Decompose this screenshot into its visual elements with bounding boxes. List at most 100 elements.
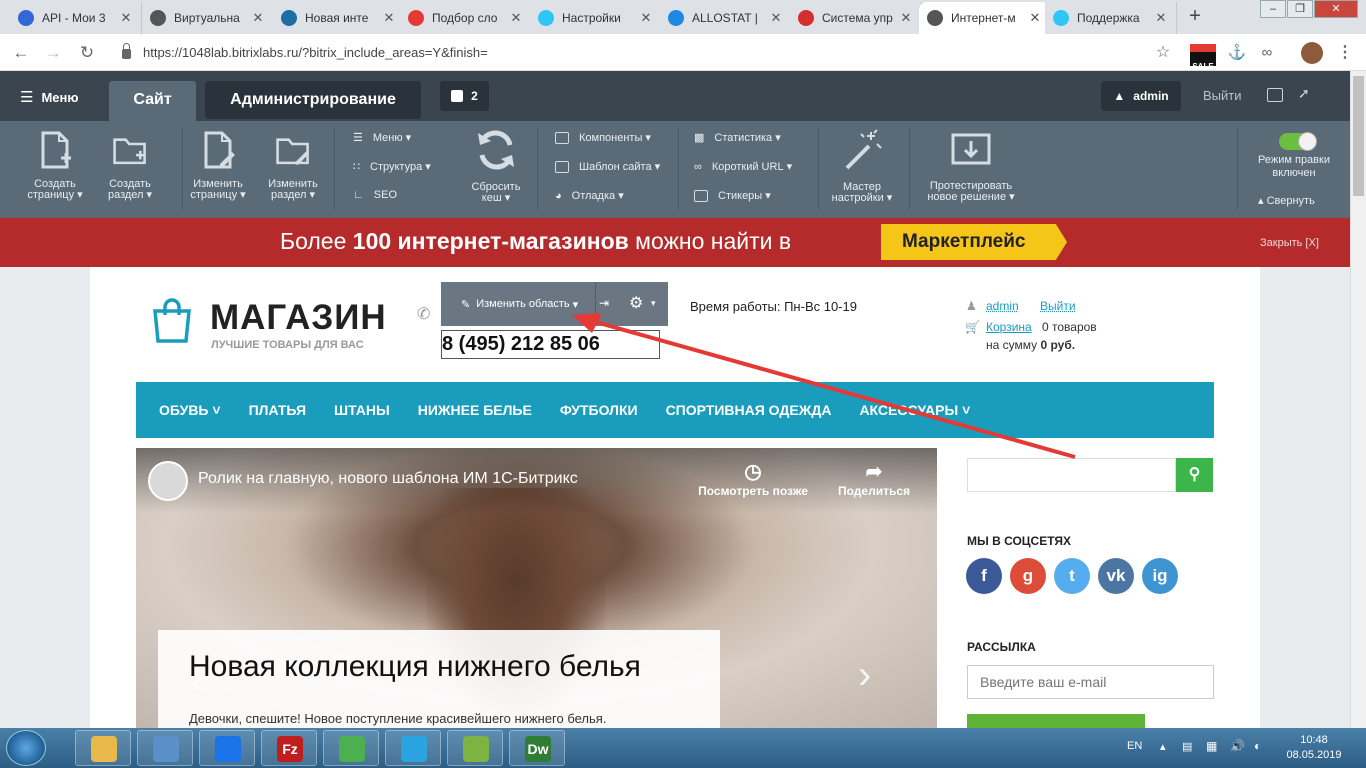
slider-next-icon[interactable]: ›: [858, 653, 871, 698]
facebook-icon[interactable]: f: [966, 558, 1002, 594]
pin-icon[interactable]: ➚: [1298, 85, 1310, 102]
tab-5[interactable]: Настройки ✕: [530, 2, 662, 34]
close-tab-icon[interactable]: ✕: [639, 10, 653, 26]
create-section-button[interactable]: Создать раздел ▾: [95, 130, 165, 201]
filezilla-taskbar-button[interactable]: Fz: [261, 730, 317, 766]
chrome-taskbar-button[interactable]: [323, 730, 379, 766]
file-explorer-taskbar-button[interactable]: [75, 730, 131, 766]
tab-6[interactable]: ALLOSTAT | ✕: [660, 2, 792, 34]
volume-icon[interactable]: 🔊: [1230, 739, 1245, 753]
marketplace-button[interactable]: Маркетплейс: [881, 224, 1067, 260]
url-text: https://1048lab.bitrixlabs.ru/?bitrix_in…: [143, 44, 488, 60]
close-tab-icon[interactable]: ✕: [769, 10, 783, 26]
site-template-dropdown[interactable]: Шаблон сайта ▾: [555, 160, 660, 173]
sale-extension-icon[interactable]: SALE: [1190, 44, 1216, 71]
tab-7[interactable]: Система упр ✕: [790, 2, 922, 34]
minimize-button[interactable]: –: [1260, 0, 1286, 18]
reset-cache-button[interactable]: Сбросить кеш ▾: [460, 127, 532, 204]
create-page-button[interactable]: Создать страницу ▾: [20, 130, 90, 201]
share-button[interactable]: ➦ Поделиться: [832, 460, 916, 498]
tab-site[interactable]: Сайт: [109, 81, 196, 121]
banner-close-link[interactable]: Закрыть [X]: [1260, 237, 1319, 249]
close-tab-icon[interactable]: ✕: [382, 10, 396, 26]
dreamweaver-taskbar-button[interactable]: Dw: [509, 730, 565, 766]
logout-link[interactable]: Выйти: [1203, 88, 1242, 103]
tab-9[interactable]: Поддержка ✕: [1045, 2, 1177, 34]
components-dropdown[interactable]: Компоненты ▾: [555, 131, 651, 144]
edit-section-button[interactable]: Изменить раздел ▾: [258, 130, 328, 201]
stickers-dropdown[interactable]: Стикеры ▾: [694, 189, 771, 202]
tray-expand-icon[interactable]: ▴: [1160, 740, 1166, 753]
edit-mode-toggle[interactable]: [1279, 132, 1317, 151]
forward-icon[interactable]: →: [42, 42, 64, 64]
statistics-dropdown[interactable]: ▩ Статистика ▾: [694, 131, 781, 145]
language-indicator[interactable]: EN: [1127, 740, 1142, 752]
close-window-button[interactable]: ✕: [1314, 0, 1358, 18]
tab-administration[interactable]: Администрирование: [205, 81, 421, 119]
close-tab-icon[interactable]: ✕: [899, 10, 913, 26]
nav-item[interactable]: НИЖНЕЕ БЕЛЬЕ: [418, 402, 532, 418]
video-title[interactable]: Ролик на главную, нового шаблона ИМ 1С-Б…: [198, 470, 578, 488]
channel-avatar[interactable]: [148, 461, 188, 501]
edit-page-button[interactable]: Изменить страницу ▾: [183, 130, 253, 201]
infinity-icon[interactable]: ∞: [1256, 42, 1278, 64]
nav-item[interactable]: ОБУВЬ ˅: [159, 402, 221, 418]
slider-prev-icon[interactable]: ‹: [192, 663, 203, 702]
tab-1[interactable]: API - Мои 3 ✕: [10, 2, 142, 34]
notifications-button[interactable]: 2: [440, 81, 489, 111]
chrome-menu-icon[interactable]: ⋮: [1334, 42, 1356, 64]
vk-icon[interactable]: vk: [1098, 558, 1134, 594]
subscribe-button[interactable]: [967, 714, 1145, 729]
logo[interactable]: [152, 297, 192, 349]
extension-icon[interactable]: ⚓: [1226, 42, 1248, 64]
nav-item[interactable]: ШТАНЫ: [334, 402, 390, 418]
tray-device-icon[interactable]: ▤: [1182, 740, 1192, 753]
tab-2[interactable]: Виртуальна ✕: [142, 2, 274, 34]
network-icon[interactable]: ▦: [1206, 739, 1217, 753]
nav-item[interactable]: ПЛАТЬЯ: [249, 402, 306, 418]
page-scrollbar[interactable]: [1350, 71, 1366, 729]
profile-avatar[interactable]: [1301, 42, 1323, 64]
test-new-solution-button[interactable]: Протестировать новое решение ▾: [922, 130, 1020, 203]
seo-button[interactable]: ∟ SEO: [353, 189, 397, 201]
email-field[interactable]: [967, 665, 1214, 699]
tab-3[interactable]: Новая инте ✕: [273, 2, 405, 34]
menu-dropdown[interactable]: ☰ Меню ▾: [353, 131, 411, 145]
tab-8[interactable]: Интернет-м ✕: [919, 2, 1051, 34]
notepad-taskbar-button[interactable]: [447, 730, 503, 766]
telegram-taskbar-button[interactable]: [385, 730, 441, 766]
instagram-icon[interactable]: ig: [1142, 558, 1178, 594]
clock[interactable]: 10:48 08.05.2019: [1282, 733, 1346, 763]
scrollbar-thumb[interactable]: [1353, 76, 1364, 196]
start-button[interactable]: [6, 730, 46, 766]
close-tab-icon[interactable]: ✕: [509, 10, 523, 26]
snipping-tool-taskbar-button[interactable]: [137, 730, 193, 766]
debug-dropdown[interactable]: ◕ Отладка ▾: [555, 189, 624, 203]
collapse-panel-button[interactable]: ▴ Свернуть: [1258, 194, 1315, 207]
google-plus-icon[interactable]: g: [1010, 558, 1046, 594]
tray-app-icon[interactable]: ◐: [1254, 739, 1261, 753]
watch-later-button[interactable]: ◷ Посмотреть позже: [689, 460, 817, 498]
close-tab-icon[interactable]: ✕: [1028, 10, 1042, 26]
short-url-dropdown[interactable]: ∞ Короткий URL ▾: [694, 160, 792, 174]
url-input[interactable]: https://1048lab.bitrixlabs.ru/?bitrix_in…: [110, 38, 1185, 66]
new-tab-button[interactable]: +: [1183, 6, 1207, 27]
maps-taskbar-button[interactable]: [199, 730, 255, 766]
twitter-icon[interactable]: t: [1054, 558, 1090, 594]
tab-4[interactable]: Подбор сло ✕: [400, 2, 532, 34]
maximize-button[interactable]: ❐: [1287, 0, 1313, 18]
video-player[interactable]: Ролик на главную, нового шаблона ИМ 1С-Б…: [136, 448, 937, 729]
back-icon[interactable]: ←: [10, 42, 32, 64]
structure-dropdown[interactable]: ∷ Структура ▾: [353, 160, 431, 174]
close-tab-icon[interactable]: ✕: [119, 10, 133, 26]
wizard-button[interactable]: Мастер настройки ▾: [826, 128, 898, 204]
user-button[interactable]: ▲ admin: [1101, 81, 1181, 111]
logo-title[interactable]: МАГАЗИН: [210, 298, 387, 338]
close-tab-icon[interactable]: ✕: [1154, 10, 1168, 26]
reload-icon[interactable]: ↻: [76, 42, 98, 64]
keyboard-icon[interactable]: [1267, 88, 1283, 102]
search-icon[interactable]: ⚲: [1176, 458, 1213, 492]
close-tab-icon[interactable]: ✕: [251, 10, 265, 26]
bitrix-menu-button[interactable]: ☰ Меню: [20, 88, 78, 106]
bookmark-star-icon[interactable]: ☆: [1152, 42, 1174, 64]
